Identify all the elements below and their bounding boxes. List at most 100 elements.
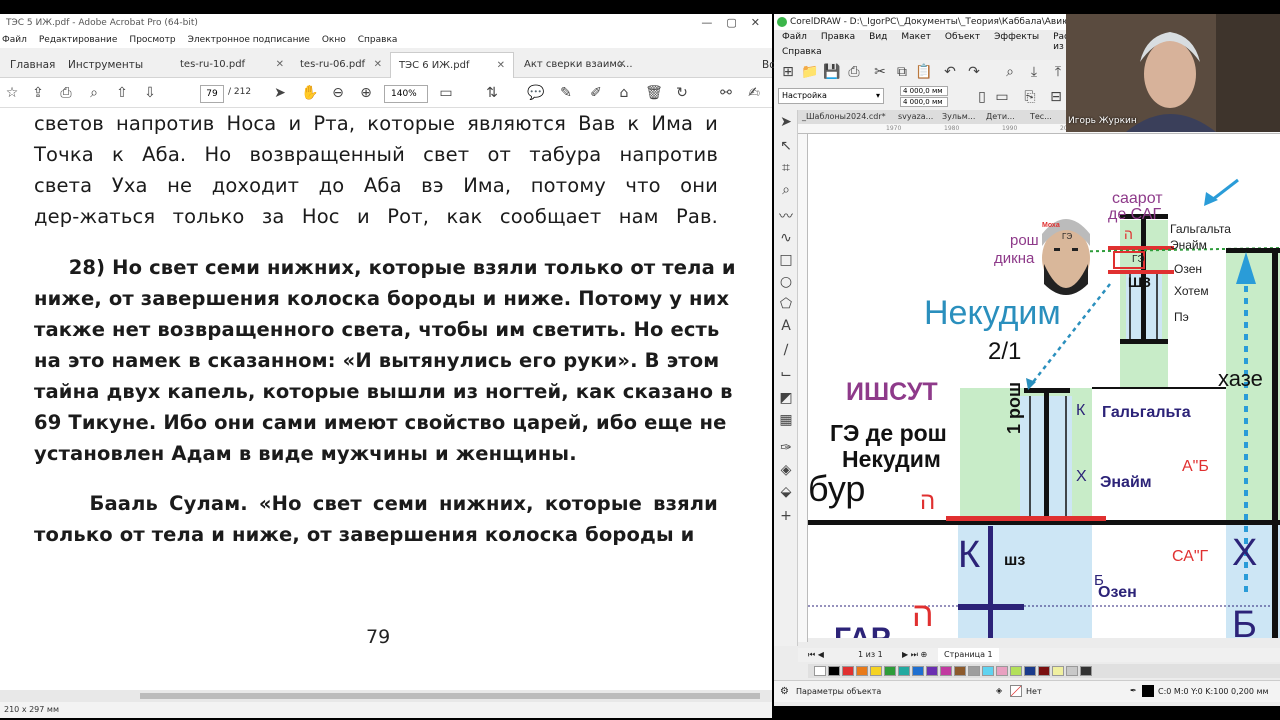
line-tool-icon[interactable]: ∕ (776, 340, 796, 360)
pick-tool-icon[interactable]: ➤ (776, 112, 796, 132)
acrobat-menu-item-0[interactable]: Файл (2, 32, 27, 48)
corel-menu-item-3[interactable]: Макет (901, 32, 931, 52)
palette-swatch[interactable] (870, 666, 882, 676)
palette-swatch[interactable] (940, 666, 952, 676)
palette-swatch[interactable] (1080, 666, 1092, 676)
palette-swatch[interactable] (996, 666, 1008, 676)
hand-icon[interactable]: ✋ (300, 83, 320, 103)
corel-menu-help[interactable]: Справка (782, 47, 822, 57)
eyedropper-tool-icon[interactable]: ✑ (776, 438, 796, 458)
page-number-input[interactable]: 79 (200, 85, 224, 103)
text-tool-icon[interactable]: A (776, 316, 796, 336)
palette-swatch[interactable] (1024, 666, 1036, 676)
undo-icon[interactable]: ↶ (940, 62, 960, 82)
palette-swatch[interactable] (912, 666, 924, 676)
palette-swatch[interactable] (982, 666, 994, 676)
palette-swatch[interactable] (884, 666, 896, 676)
object-props-icon[interactable]: ⚙ (780, 686, 789, 697)
page-layout-icon[interactable]: ⎘ (1020, 87, 1040, 107)
palette-swatch[interactable] (856, 666, 868, 676)
sign-icon[interactable]: ✍ (744, 83, 764, 103)
scrollbar-thumb[interactable] (140, 693, 760, 699)
scroll-mode-icon[interactable]: ⇅ (482, 83, 502, 103)
palette-swatch[interactable] (968, 666, 980, 676)
smart-fill-icon[interactable]: ⬙ (776, 482, 796, 502)
corel-menu-item-1[interactable]: Правка (821, 32, 855, 52)
palette-swatch[interactable] (926, 666, 938, 676)
landscape-icon[interactable]: ▭ (992, 87, 1012, 107)
palette-swatch[interactable] (828, 666, 840, 676)
drawing-canvas[interactable]: саарот де САГ Гальгальта Энайм Озен Хоте… (808, 134, 1280, 638)
paste-icon[interactable]: 📋 (914, 62, 934, 82)
search-icon[interactable]: ⌕ (1000, 62, 1020, 82)
rectangle-tool-icon[interactable]: □ (776, 250, 796, 270)
palette-swatch[interactable] (842, 666, 854, 676)
stamp-icon[interactable]: ⌂ (614, 83, 634, 103)
pen-icon[interactable]: ✎ (556, 83, 576, 103)
acrobat-menu-item-1[interactable]: Редактирование (39, 32, 118, 48)
preset-select[interactable]: Настройка ▾ (778, 88, 884, 104)
height-field[interactable]: 4 000,0 мм (900, 97, 948, 107)
zoom-search-icon[interactable]: ⌕ (84, 83, 104, 103)
corel-doc-tab-3[interactable]: Дети... (986, 112, 1015, 121)
fill-tool-icon[interactable]: ◈ (776, 460, 796, 480)
palette-swatch[interactable] (1038, 666, 1050, 676)
corel-menu-item-2[interactable]: Вид (869, 32, 887, 52)
palette-swatch[interactable] (1052, 666, 1064, 676)
add-tool-icon[interactable]: + (776, 506, 796, 526)
palette-swatch[interactable] (1010, 666, 1022, 676)
select-arrow-icon[interactable]: ➤ (270, 83, 290, 103)
star-icon[interactable]: ☆ (2, 83, 22, 103)
corel-doc-tab-1[interactable]: svyaza... (898, 112, 933, 121)
acrobat-tab-0[interactable]: Главная (2, 52, 60, 78)
close-tab-icon[interactable]: ✕ (276, 52, 284, 78)
freehand-tool-icon[interactable]: 〰 (776, 206, 796, 226)
acrobat-menu-item-5[interactable]: Справка (358, 32, 398, 48)
transparency-tool-icon[interactable]: ▦ (776, 410, 796, 430)
acrobat-tab-2[interactable]: tes-ru-10.pdf ✕ (172, 52, 292, 78)
corel-doc-tab-4[interactable]: Тес... (1030, 112, 1052, 121)
page-up-icon[interactable]: ⇧ (112, 83, 132, 103)
trash-icon[interactable]: 🗑 (644, 83, 664, 103)
palette-swatch[interactable] (954, 666, 966, 676)
page-nav-forward[interactable]: ▶ ⏭ ⊕ (902, 650, 927, 660)
palette-swatch[interactable] (814, 666, 826, 676)
link-icon[interactable]: ⚯ (716, 83, 736, 103)
upload-icon[interactable]: ⇪ (28, 83, 48, 103)
comment-icon[interactable]: 💬 (526, 83, 546, 103)
redo-icon[interactable]: ↷ (964, 62, 984, 82)
close-tab-icon[interactable]: ✕ (497, 53, 505, 79)
portrait-icon[interactable]: ▯ (972, 87, 992, 107)
bezier-tool-icon[interactable]: ∿ (776, 228, 796, 248)
corel-doc-tab-0[interactable]: _Шаблоны2024.cdr* (802, 112, 886, 121)
horizontal-scrollbar[interactable] (0, 690, 772, 702)
acrobat-menu-item-4[interactable]: Окно (322, 32, 346, 48)
export-icon[interactable]: ⤒ (1048, 62, 1068, 82)
connector-tool-icon[interactable]: ⌙ (776, 364, 796, 384)
cut-icon[interactable]: ✂ (870, 62, 890, 82)
print-icon[interactable]: ⎙ (56, 83, 76, 103)
print-icon[interactable]: ⎙ (844, 62, 864, 82)
corel-menu-item-4[interactable]: Объект (945, 32, 980, 52)
close-tab-icon[interactable]: ✕ (374, 52, 382, 78)
zoom-out-icon[interactable]: ⊖ (328, 83, 348, 103)
acrobat-menu-item-3[interactable]: Электронное подписание (188, 32, 310, 48)
corel-doc-tab-2[interactable]: Зульм... (942, 112, 975, 121)
new-doc-icon[interactable]: ⊞ (778, 62, 798, 82)
outline-pen-icon[interactable]: ✒ (1130, 686, 1137, 695)
acrobat-menu-item-2[interactable]: Просмотр (129, 32, 175, 48)
width-field[interactable]: 4 000,0 мм (900, 86, 948, 96)
acrobat-tab-3[interactable]: tes-ru-06.pdf ✕ (292, 52, 390, 78)
copy-icon[interactable]: ⧉ (892, 62, 912, 82)
shadow-tool-icon[interactable]: ◩ (776, 388, 796, 408)
polygon-tool-icon[interactable]: ⬠ (776, 294, 796, 314)
fit-page-icon[interactable]: ▭ (436, 83, 456, 103)
rotate-icon[interactable]: ↻ (672, 83, 692, 103)
zoom-in-icon[interactable]: ⊕ (356, 83, 376, 103)
page-tab-1[interactable]: Страница 1 (938, 648, 999, 662)
close-tab-icon[interactable]: ✕ (618, 52, 626, 78)
page-down-icon[interactable]: ⇩ (140, 83, 160, 103)
palette-swatch[interactable] (1066, 666, 1078, 676)
corel-menu-item-5[interactable]: Эффекты (994, 32, 1039, 52)
units-icon[interactable]: ⊟ (1046, 87, 1066, 107)
